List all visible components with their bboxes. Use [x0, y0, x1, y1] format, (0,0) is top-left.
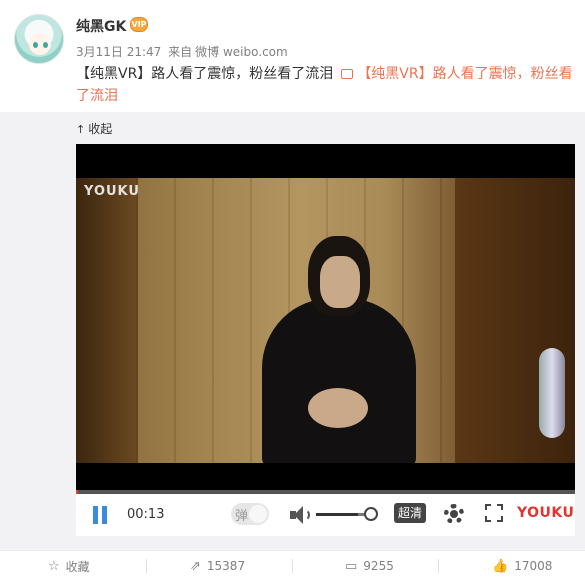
post-text: 【纯黑VR】路人看了震惊，粉丝看了流泪 — [76, 66, 334, 82]
video-icon — [341, 69, 354, 79]
fullscreen-icon[interactable] — [485, 504, 503, 522]
danmu-toggle[interactable]: 弹 — [231, 503, 269, 525]
video-scene-person-body — [262, 298, 416, 463]
collapse-label: 收起 — [88, 122, 113, 136]
favorite-label: 收藏 — [65, 559, 90, 574]
comment-icon: ▭ — [345, 558, 358, 574]
username[interactable]: 纯黑GK — [76, 16, 126, 36]
current-time: 00:13 — [127, 507, 165, 522]
post-content: 【纯黑VR】路人看了震惊，粉丝看了流泪 【纯黑VR】路人看了震惊，粉丝看了流泪 — [76, 63, 576, 107]
source-prefix: 来自 — [168, 45, 193, 59]
danmu-label: 弹 — [235, 509, 249, 524]
thumbs-up-icon: 👍 — [492, 558, 509, 574]
pause-icon[interactable] — [92, 506, 108, 524]
vip-badge-icon[interactable]: VIP — [130, 17, 148, 32]
player-controls: 00:13 弹 超清 YOUKU — [76, 494, 575, 536]
quality-button[interactable]: 超清 — [394, 503, 426, 523]
repost-icon: ⇗ — [190, 558, 201, 574]
favorite-button[interactable]: ☆ 收藏 — [48, 557, 90, 575]
video-frame[interactable] — [76, 178, 575, 463]
divider — [292, 559, 293, 573]
youku-watermark: YOUKU — [84, 184, 140, 199]
avatar-eye — [43, 42, 48, 48]
volume-fill — [316, 513, 358, 516]
arrow-up-icon: ↑ — [76, 123, 86, 136]
volume-icon[interactable] — [290, 505, 312, 525]
divider — [438, 559, 439, 573]
action-bar: ☆ 收藏 ⇗ 15387 ▭ 9255 👍 17008 — [0, 550, 585, 580]
collapse-button[interactable]: ↑ 收起 — [76, 120, 112, 137]
repost-button[interactable]: ⇗ 15387 — [190, 557, 245, 575]
post-date[interactable]: 3月11日 21:47 — [76, 45, 161, 59]
video-scene-person-hands — [308, 388, 368, 428]
repost-count: 15387 — [206, 559, 246, 573]
volume-knob[interactable] — [364, 507, 378, 521]
video-scene-door-left — [76, 178, 138, 463]
divider — [146, 559, 147, 573]
like-count: 17008 — [514, 559, 553, 573]
video-scene-microphone — [539, 348, 565, 438]
gear-icon[interactable] — [444, 504, 464, 524]
comment-button[interactable]: ▭ 9255 — [345, 557, 394, 575]
post-source[interactable]: 微博 weibo.com — [195, 45, 288, 59]
danmu-toggle-knob — [249, 505, 267, 523]
like-button[interactable]: 👍 17008 — [492, 557, 552, 575]
avatar[interactable] — [14, 14, 64, 64]
post-meta: 3月11日 21:47 来自 微博 weibo.com — [76, 43, 288, 60]
video-scene-person-face — [320, 256, 360, 308]
star-icon: ☆ — [48, 558, 60, 574]
youku-logo[interactable]: YOUKU — [517, 505, 574, 521]
avatar-eye — [33, 42, 38, 48]
comment-count: 9255 — [363, 559, 394, 573]
